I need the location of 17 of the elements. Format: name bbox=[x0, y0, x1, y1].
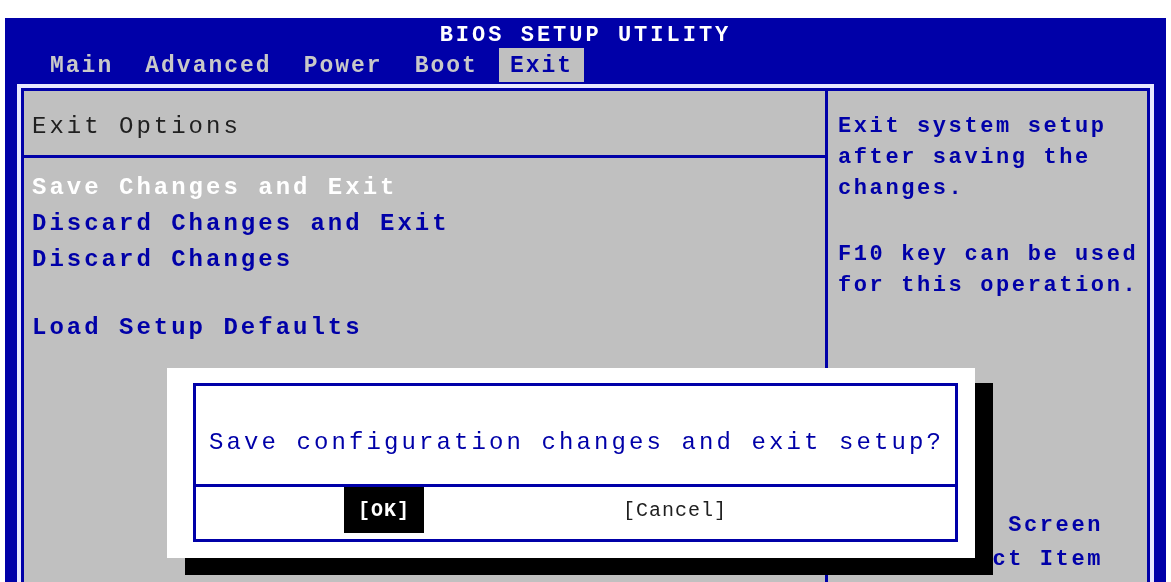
panel-heading: Exit Options bbox=[31, 112, 242, 142]
dialog-message: Save configuration changes and exit setup? bbox=[196, 386, 955, 487]
menu-tab[interactable]: Boot bbox=[403, 48, 489, 82]
menu-tab[interactable]: Power bbox=[292, 48, 394, 82]
menu-tab[interactable]: Advanced bbox=[134, 48, 283, 82]
menu-option[interactable]: Discard Changes and Exit bbox=[24, 206, 825, 242]
menu-tab[interactable]: Main bbox=[39, 48, 125, 82]
menu-tab[interactable]: Exit bbox=[498, 48, 585, 82]
key-hint-text: Screen bbox=[1007, 512, 1103, 540]
key-hint-text: ct Item bbox=[992, 546, 1103, 574]
dialog-button[interactable]: [Cancel] bbox=[609, 487, 742, 533]
window-title: BIOS SETUP UTILITY bbox=[438, 22, 733, 48]
dialog-button[interactable]: [OK] bbox=[344, 487, 424, 533]
menu-option[interactable]: Discard Changes bbox=[24, 242, 825, 278]
help-text: F10 key can be used for this operation. bbox=[838, 241, 1140, 300]
help-text: Exit system setup after saving the changes. bbox=[838, 113, 1108, 203]
menu-option[interactable]: Load Setup Defaults bbox=[24, 310, 825, 346]
